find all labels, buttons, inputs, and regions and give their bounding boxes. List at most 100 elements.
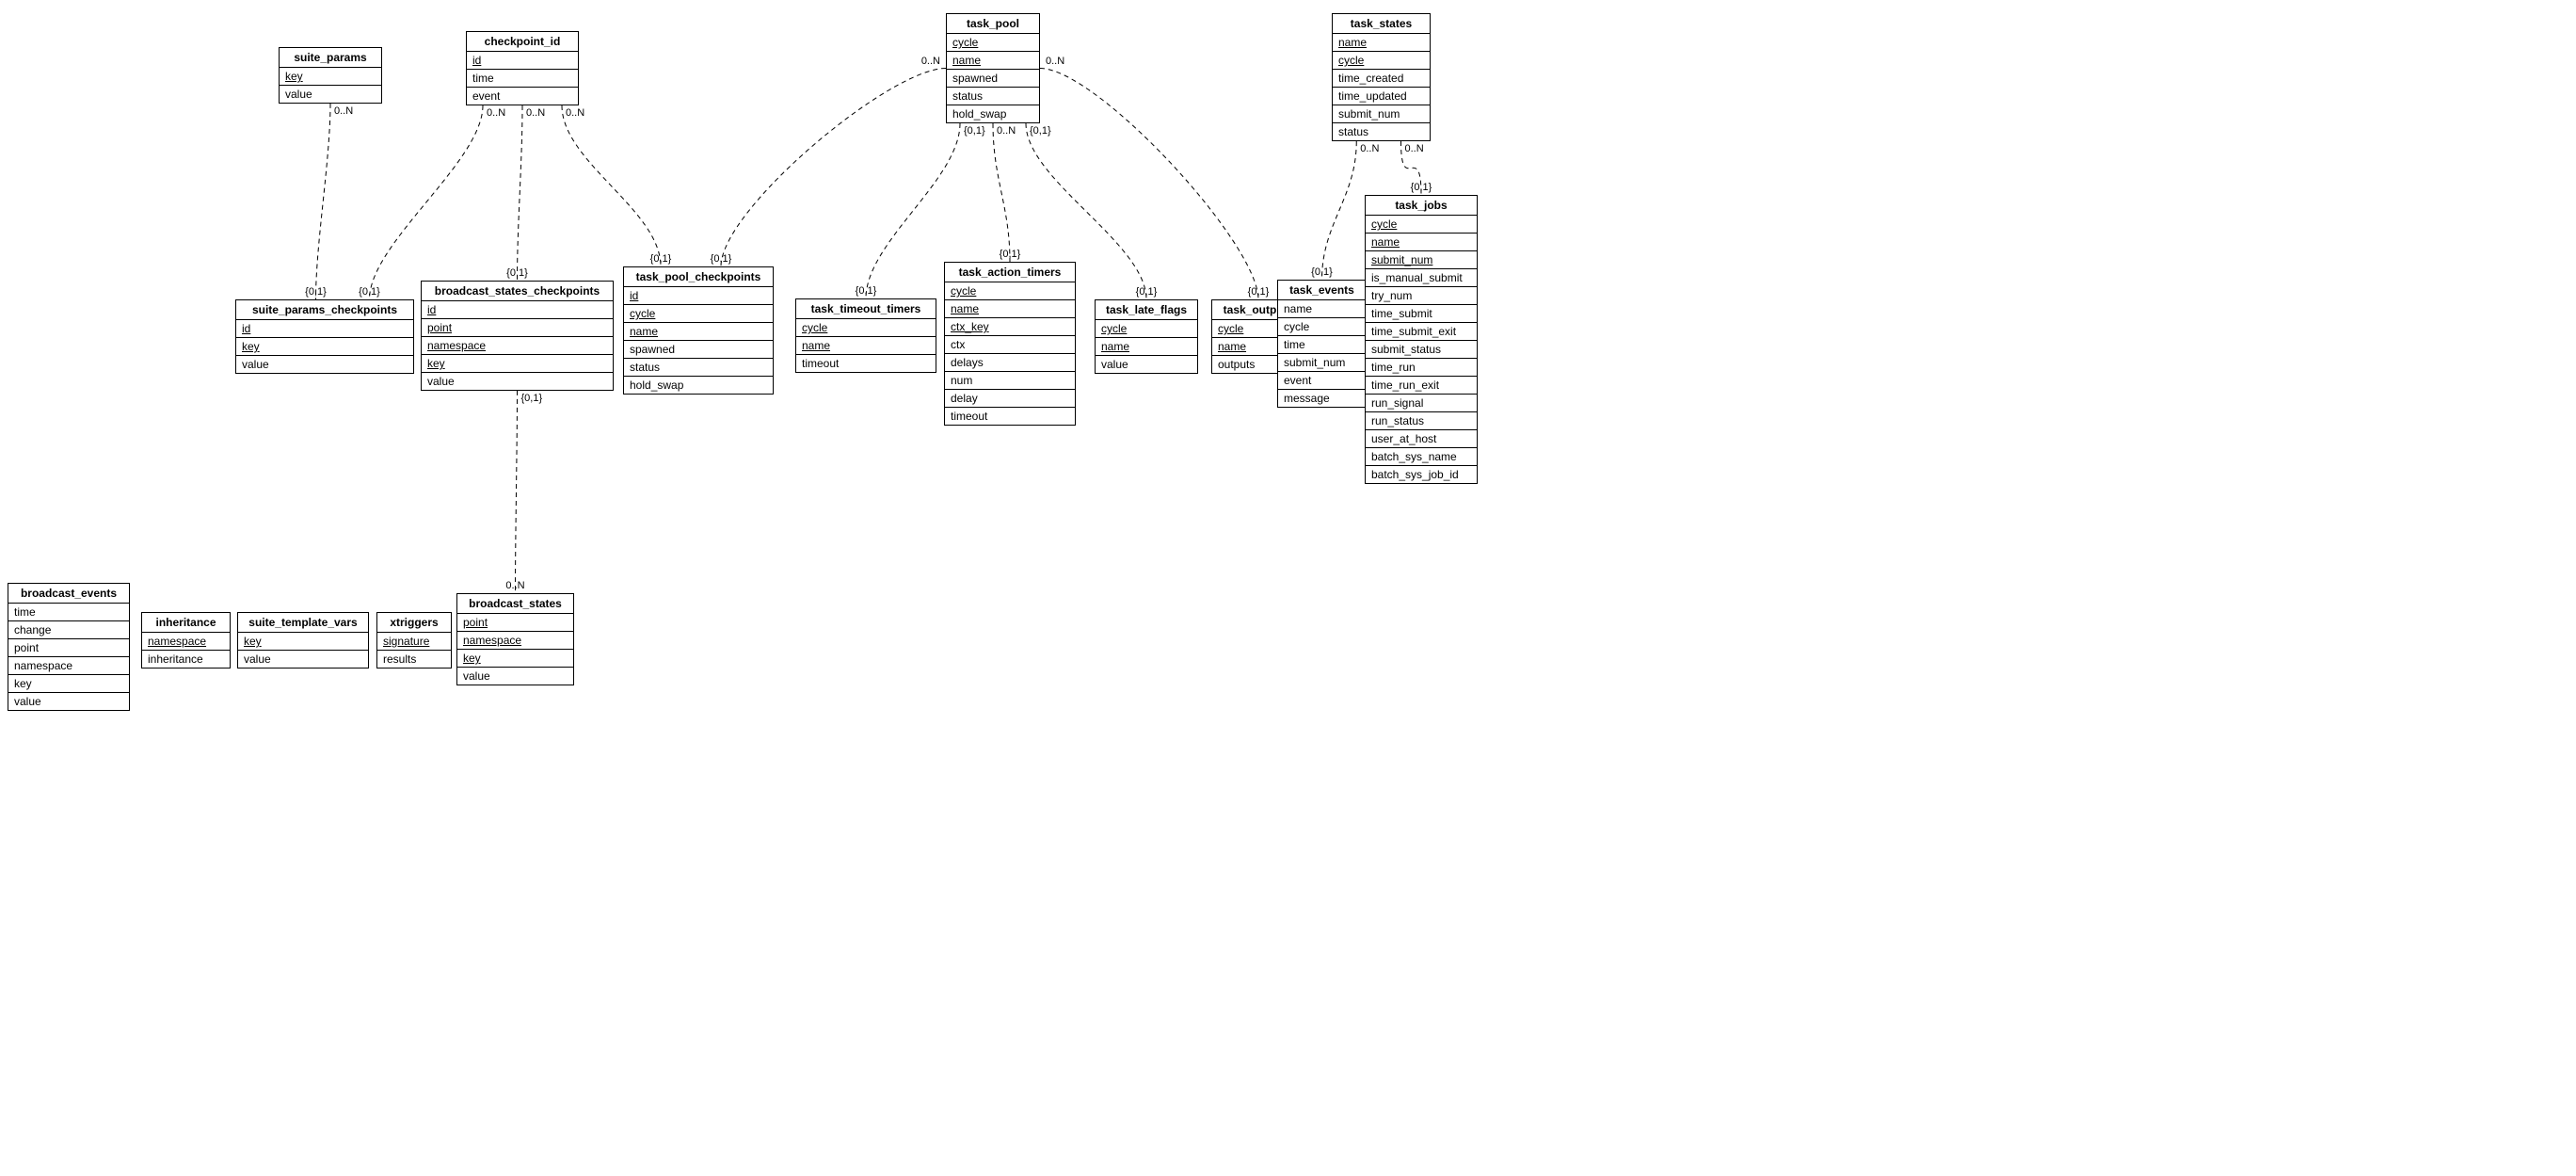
cardinality-from: {0,1} [521,393,543,404]
entity-title: task_timeout_timers [796,299,936,319]
relationship-edge [518,105,523,281]
entity-field: run_signal [1366,395,1477,412]
entity-field: namespace [142,633,230,651]
entity-field: point [8,639,129,657]
entity-field: key [236,338,413,356]
cardinality-from: 0..N [334,105,353,117]
entity-title: task_late_flags [1096,300,1197,320]
cardinality-to: {0,1} [1248,286,1270,298]
entity-field: cycle [796,319,936,337]
entity-field: cycle [624,305,773,323]
entity-field: value [8,693,129,710]
relationship-edge [316,104,331,299]
entity-field: time_run [1366,359,1477,377]
entity-field: timeout [945,408,1075,425]
entity-title: task_pool [947,14,1039,34]
entity-field: cycle [1366,216,1477,234]
entity-checkpoint_id: checkpoint_ididtimeevent [466,31,579,105]
entity-field: time_submit [1366,305,1477,323]
relationship-edge [1322,141,1357,280]
entity-field: is_manual_submit [1366,269,1477,287]
entity-title: broadcast_states_checkpoints [422,282,613,301]
relationship-edge [370,105,484,299]
entity-field: key [457,650,573,668]
entity-field: cycle [1278,318,1366,336]
entity-field: id [422,301,613,319]
entity-field: event [1278,372,1366,390]
entity-field: num [945,372,1075,390]
entity-field: message [1278,390,1366,407]
cardinality-from: 0..N [997,125,1016,137]
entity-field: namespace [8,657,129,675]
entity-suite_params_checkpoints: suite_params_checkpointsidkeyvalue [235,299,414,374]
cardinality-to: {0,1} [1411,182,1432,193]
entity-field: user_at_host [1366,430,1477,448]
entity-field: hold_swap [624,377,773,394]
cardinality-to: {0,1} [1311,266,1333,278]
cardinality-from: 0..N [487,107,505,119]
entity-title: task_states [1333,14,1430,34]
entity-field: results [377,651,451,668]
entity-task_jobs: task_jobscyclenamesubmit_numis_manual_su… [1365,195,1478,484]
entity-field: name [947,52,1039,70]
entity-field: value [457,668,573,685]
entity-title: broadcast_events [8,584,129,604]
entity-field: signature [377,633,451,651]
entity-field: id [467,52,578,70]
entity-title: task_action_timers [945,263,1075,282]
entity-field: cycle [1096,320,1197,338]
entity-field: cycle [945,282,1075,300]
entity-broadcast_states_checkpoints: broadcast_states_checkpointsidpointnames… [421,281,614,391]
entity-title: task_events [1278,281,1366,300]
entity-task_states: task_statesnamecycletime_createdtime_upd… [1332,13,1431,141]
entity-field: name [796,337,936,355]
entity-task_action_timers: task_action_timerscyclenamectx_keyctxdel… [944,262,1076,426]
cardinality-to: 0..N [505,580,524,591]
entity-field: ctx [945,336,1075,354]
entity-task_late_flags: task_late_flagscyclenamevalue [1095,299,1198,374]
cardinality-from: 0..N [566,107,584,119]
entity-field: timeout [796,355,936,372]
entity-broadcast_events: broadcast_eventstimechangepointnamespace… [8,583,130,711]
entity-field: time [8,604,129,621]
entity-field: status [947,88,1039,105]
entity-field: value [422,373,613,390]
entity-field: inheritance [142,651,230,668]
entity-task_events: task_eventsnamecycletimesubmit_numeventm… [1277,280,1367,408]
entity-field: key [8,675,129,693]
entity-field: status [624,359,773,377]
entity-field: delay [945,390,1075,408]
cardinality-from: {0,1} [1030,125,1051,137]
cardinality-from: 0..N [526,107,545,119]
entity-xtriggers: xtriggerssignatureresults [376,612,452,669]
cardinality-to: {0,1} [856,285,877,297]
entity-title: suite_params [280,48,381,68]
entity-field: spawned [947,70,1039,88]
entity-field: submit_num [1278,354,1366,372]
cardinality-to: {0,1} [359,286,380,298]
er-diagram-canvas: suite_paramskeyvaluecheckpoint_ididtimee… [0,0,2576,1176]
cardinality-from: {0,1} [964,125,985,137]
entity-field: time_run_exit [1366,377,1477,395]
cardinality-to: {0,1} [650,253,672,265]
entity-field: time_created [1333,70,1430,88]
cardinality-to: {0,1} [1136,286,1158,298]
entity-field: value [238,651,368,668]
entity-field: namespace [457,632,573,650]
entity-title: suite_template_vars [238,613,368,633]
entity-broadcast_states: broadcast_statespointnamespacekeyvalue [456,593,574,685]
entity-field: time [1278,336,1366,354]
entity-title: task_pool_checkpoints [624,267,773,287]
relationship-edge [516,391,518,593]
entity-field: cycle [1333,52,1430,70]
entity-field: run_status [1366,412,1477,430]
entity-field: key [238,633,368,651]
entity-field: value [236,356,413,373]
cardinality-from: 0..N [1046,56,1064,67]
entity-field: spawned [624,341,773,359]
cardinality-to: {0,1} [711,253,732,265]
entity-field: name [1366,234,1477,251]
entity-field: ctx_key [945,318,1075,336]
relationship-edge [562,105,661,266]
entity-field: submit_status [1366,341,1477,359]
